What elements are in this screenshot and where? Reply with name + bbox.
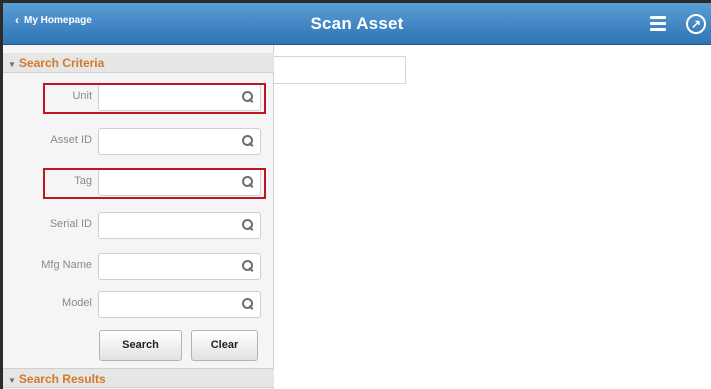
search-criteria-header[interactable]: ▼ Search Criteria <box>3 53 274 73</box>
search-criteria-label: Search Criteria <box>18 56 105 70</box>
field-row-asset-id: Asset ID <box>3 125 274 157</box>
clear-button[interactable]: Clear <box>191 330 258 361</box>
field-row-serial-id: Serial ID <box>3 209 274 241</box>
serial-id-input[interactable] <box>98 212 261 239</box>
mfg-name-label: Mfg Name <box>41 259 92 271</box>
page-title: Scan Asset <box>310 14 404 33</box>
asset-id-input[interactable] <box>98 128 261 155</box>
tag-highlight-box <box>43 168 266 199</box>
lookup-search-icon[interactable] <box>242 259 254 273</box>
unit-highlight-box <box>43 83 266 114</box>
model-label: Model <box>62 297 92 309</box>
unlabeled-input-box[interactable] <box>274 56 406 84</box>
lookup-search-icon[interactable] <box>242 297 254 311</box>
model-input[interactable] <box>98 291 261 318</box>
search-panel: ▼ Search Criteria Unit Asset ID Tag Seria… <box>3 45 274 389</box>
field-row-mfg-name: Mfg Name <box>3 250 274 282</box>
navbar-compass-icon[interactable]: ↗ <box>686 14 706 34</box>
asset-id-label: Asset ID <box>50 134 92 146</box>
mfg-name-input[interactable] <box>98 253 261 280</box>
lookup-search-icon[interactable] <box>242 134 254 148</box>
collapse-triangle-icon: ▼ <box>8 376 16 385</box>
search-button[interactable]: Search <box>99 330 182 361</box>
hamburger-menu-icon[interactable] <box>650 16 666 31</box>
search-results-label: Search Results <box>18 372 106 386</box>
lookup-search-icon[interactable] <box>242 218 254 232</box>
serial-id-label: Serial ID <box>49 218 92 230</box>
title-bar: ‹ My Homepage Scan Asset ↗ <box>3 3 711 45</box>
search-results-header[interactable]: ▼ Search Results <box>3 368 274 388</box>
field-row-model: Model <box>3 288 274 320</box>
collapse-triangle-icon: ▼ <box>8 60 16 69</box>
